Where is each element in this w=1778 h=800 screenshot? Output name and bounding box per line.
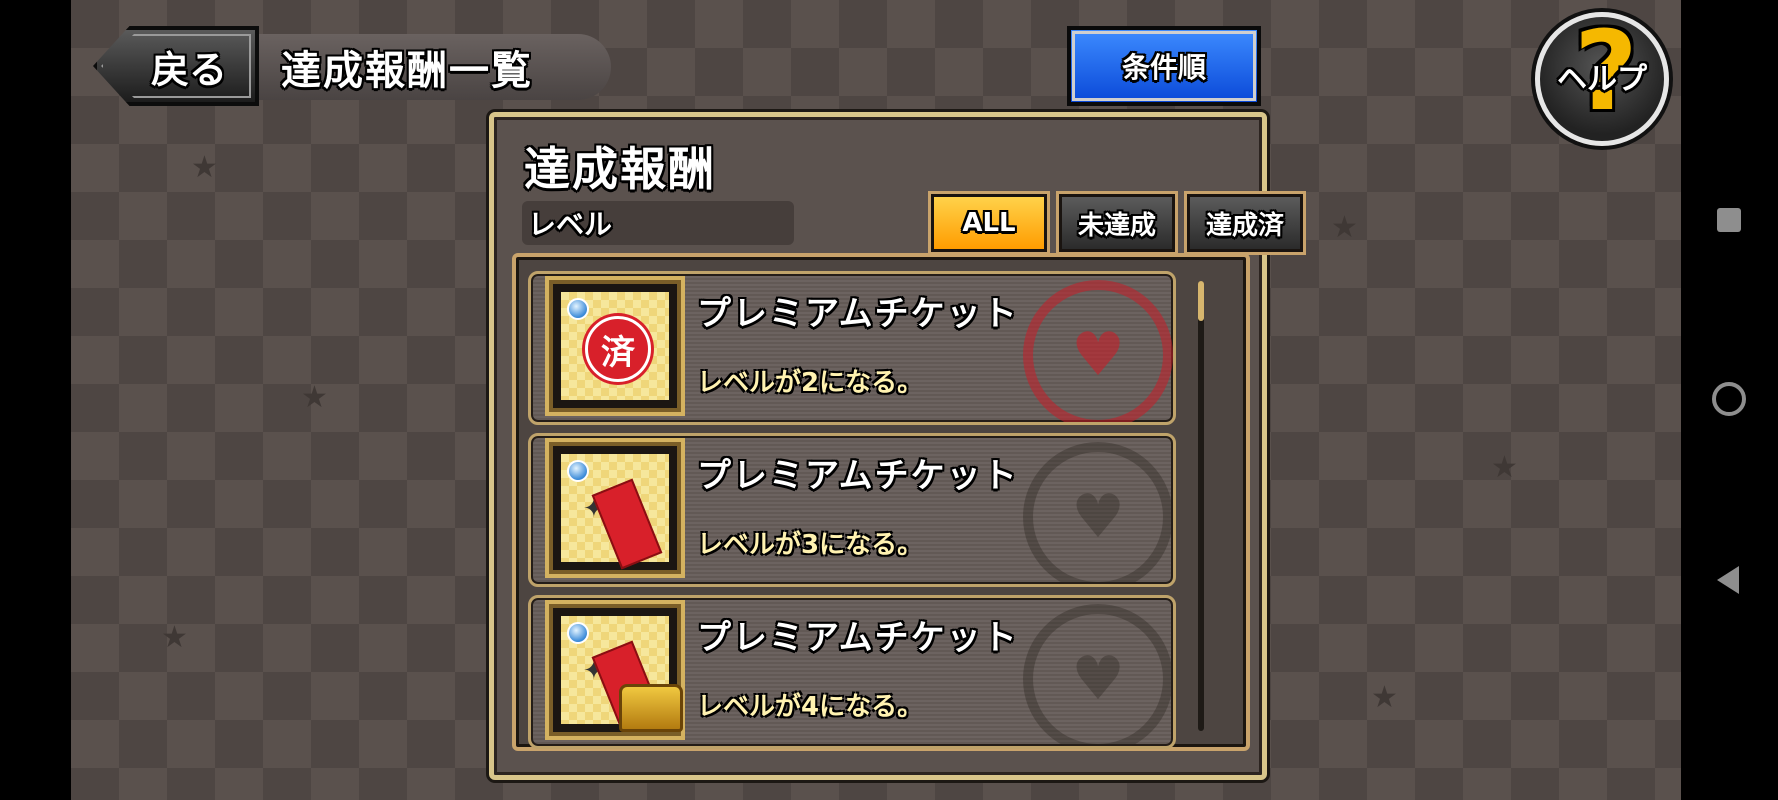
sort-order-button[interactable]: 条件順 <box>1067 26 1261 106</box>
tab-achieved[interactable]: 達成済 <box>1184 191 1306 255</box>
treasure-chest-icon <box>619 684 683 732</box>
claimed-stamp-icon: 済 <box>585 316 651 382</box>
list-item[interactable]: ✦ プレミアムチケット レベルが4になる。 ♥ <box>528 595 1176 749</box>
background-star-icon: ★ <box>1331 210 1358 245</box>
gem-icon <box>567 298 589 320</box>
tab-not-achieved-label: 未達成 <box>1077 210 1156 241</box>
scrollbar-thumb[interactable] <box>1198 281 1204 321</box>
gem-icon <box>567 622 589 644</box>
category-text: レベル <box>528 208 613 241</box>
back-button[interactable]: 戻る <box>93 26 259 106</box>
android-navigation-bar <box>1681 0 1778 800</box>
back-triangle-icon[interactable] <box>1717 566 1739 594</box>
help-label: ヘルプ <box>1557 62 1647 97</box>
gem-icon <box>567 460 589 482</box>
background-star-icon: ★ <box>161 620 188 655</box>
thumbnail-background: 済 <box>561 292 669 400</box>
screen-title-text: 達成報酬一覧 <box>281 48 533 94</box>
reward-name: プレミアムチケット <box>697 294 1019 334</box>
sort-order-label: 条件順 <box>1121 51 1206 84</box>
scrollbar[interactable] <box>1198 281 1204 731</box>
tab-all[interactable]: ALL <box>928 191 1050 255</box>
reward-condition: レベルが3になる。 <box>697 530 924 560</box>
category-label: レベル <box>522 201 794 245</box>
background-star-icon: ★ <box>1371 680 1398 715</box>
background-star-icon: ★ <box>1491 450 1518 485</box>
home-icon[interactable] <box>1712 382 1746 416</box>
reward-name: プレミアムチケット <box>697 456 1019 496</box>
recent-apps-icon[interactable] <box>1717 208 1741 232</box>
list-item[interactable]: ✦ プレミアムチケット レベルが3になる。 ♥ <box>528 433 1176 587</box>
reward-thumbnail: 済 <box>545 276 685 416</box>
achievement-reward-panel: 達成報酬 レベル ALL 未達成 達成済 済 プレミアムチケット レベルが2にな… <box>489 112 1306 780</box>
reward-thumbnail: ✦ <box>545 600 685 740</box>
heart-slipper-seal-icon: ♥ <box>1023 604 1173 746</box>
thumbnail-background: ✦ <box>561 454 669 570</box>
tab-all-label: ALL <box>962 208 1016 238</box>
back-button-label: 戻る <box>150 47 227 92</box>
game-screen: ★ ★ ★ ★ ★ ★ 戻る 達成報酬一覧 条件順 ? ヘルプ 達成報酬 レベル… <box>71 0 1681 800</box>
reward-condition: レベルが4になる。 <box>697 692 924 722</box>
help-button[interactable]: ? ヘルプ <box>1535 7 1669 146</box>
tab-achieved-label: 達成済 <box>1205 210 1284 241</box>
reward-condition: レベルが2になる。 <box>697 368 924 398</box>
tab-not-achieved[interactable]: 未達成 <box>1056 191 1178 255</box>
background-star-icon: ★ <box>301 380 328 415</box>
premium-ticket-icon <box>591 478 663 570</box>
reward-list[interactable]: 済 プレミアムチケット レベルが2になる。 ♥ ✦ プレミアムチケット レベルが… <box>512 253 1250 751</box>
background-star-icon: ★ <box>191 150 218 185</box>
screen-title: 達成報酬一覧 <box>259 34 611 100</box>
reward-name: プレミアムチケット <box>697 618 1019 658</box>
heart-slipper-seal-icon: ♥ <box>1023 442 1173 584</box>
heart-slipper-seal-icon: ♥ <box>1023 280 1173 422</box>
reward-thumbnail: ✦ <box>545 438 685 578</box>
list-item[interactable]: 済 プレミアムチケット レベルが2になる。 ♥ <box>528 271 1176 425</box>
claimed-stamp-text: 済 <box>601 332 635 373</box>
panel-title: 達成報酬 <box>524 142 716 196</box>
